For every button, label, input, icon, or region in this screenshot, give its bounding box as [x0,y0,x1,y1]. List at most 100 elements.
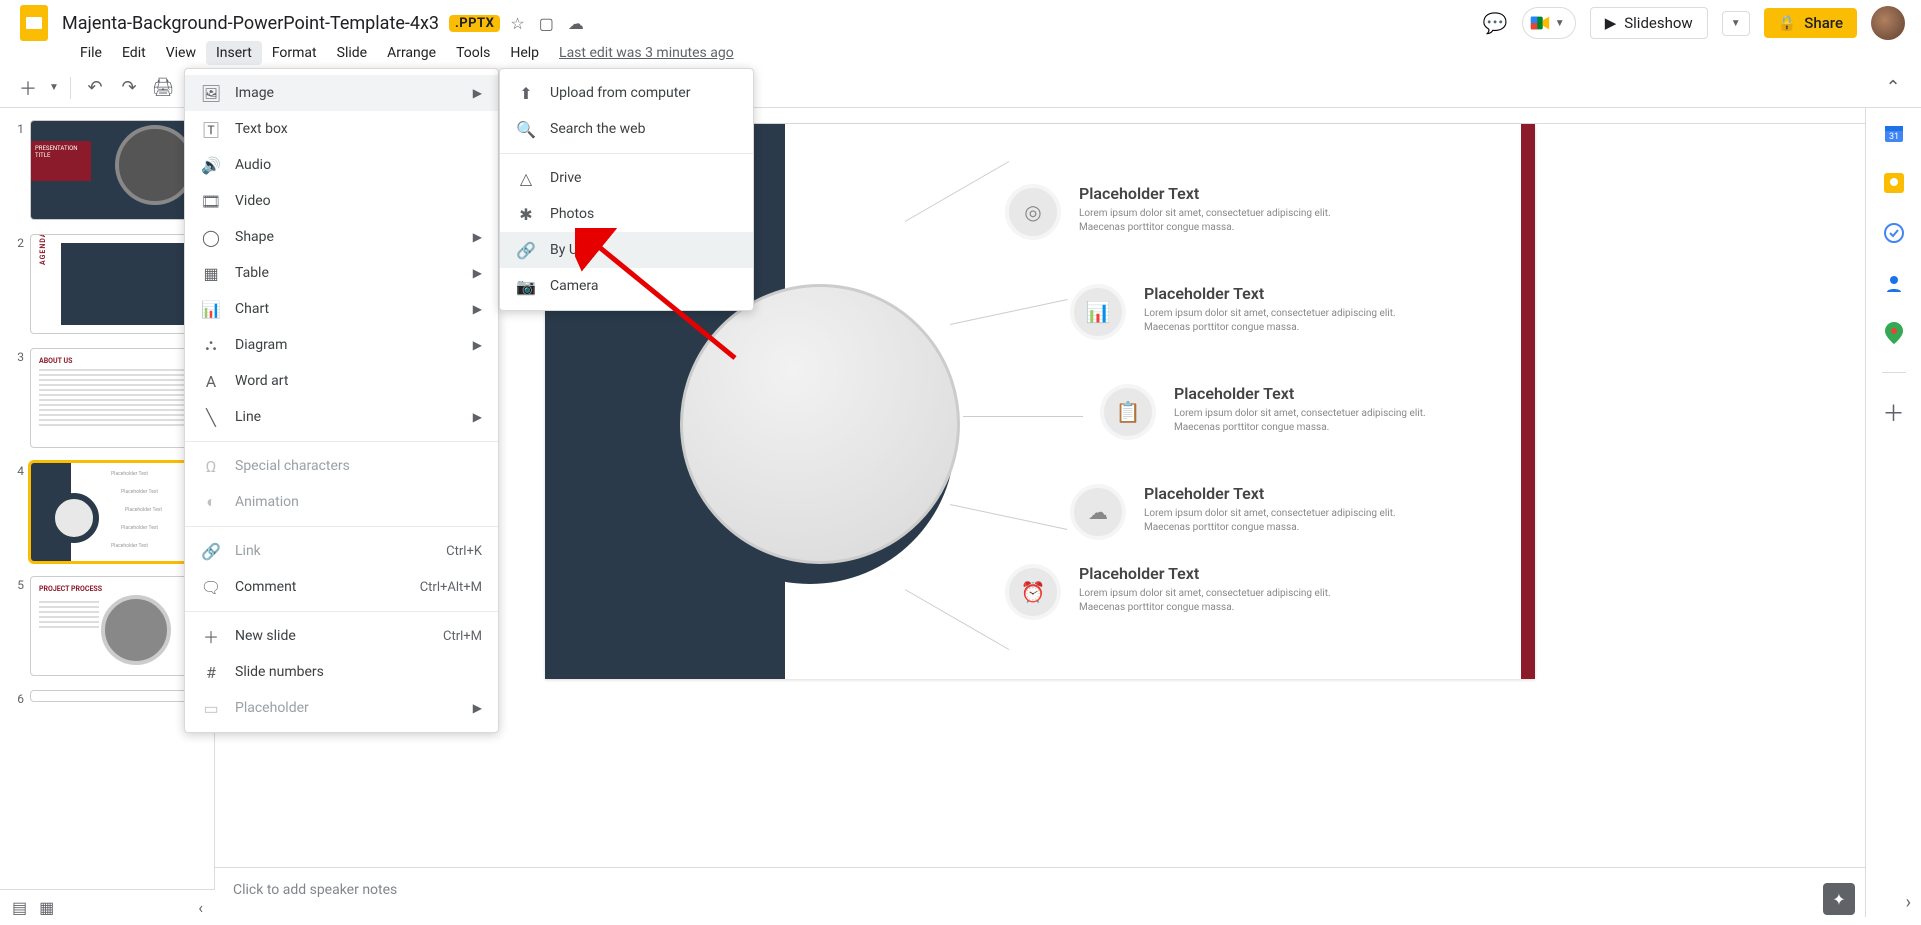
insert-table[interactable]: ▦ Table ▶ [185,255,498,291]
explore-button[interactable]: ✦ [1823,883,1855,915]
insert-chart[interactable]: 📊 Chart ▶ [185,291,498,327]
account-avatar[interactable] [1871,6,1905,40]
insert-menu: 🖼 Image ▶ 🅃 Text box 🔊 Audio 🎞 Video ◯ S… [184,68,499,733]
thumbnail-panel[interactable]: 1 PRESENTATION TITLE 2 AGENDA 3 ABOUT US… [0,108,215,917]
menu-format[interactable]: Format [262,41,327,65]
placeholder-icon: ▭ [201,699,221,718]
share-button[interactable]: 🔒 Share [1764,8,1857,38]
svg-text:31: 31 [1888,132,1898,142]
thumb3-title: ABOUT US [39,357,72,365]
notes-placeholder: Click to add speaker notes [233,882,397,898]
menu-slide[interactable]: Slide [327,41,377,65]
thumbnail-3[interactable]: ABOUT US [30,348,200,448]
label: Drive [550,170,581,186]
collapse-filmstrip-icon[interactable]: ‹ [198,898,203,917]
addons-plus-icon[interactable]: ＋ [1883,401,1905,423]
connector [905,589,1009,650]
slideshow-label: Slideshow [1624,14,1692,32]
menu-edit[interactable]: Edit [112,41,156,65]
submenu-caret-icon: ▶ [473,302,482,316]
target-icon: ◎ [1005,184,1061,240]
expand-side-panel-icon[interactable]: › [1906,892,1911,913]
label: Word art [235,373,288,389]
image-search-web[interactable]: 🔍 Search the web [500,111,753,147]
new-slide-dropdown[interactable]: ▼ [46,72,62,104]
label: Link [235,543,261,559]
comments-icon[interactable]: 💬 [1483,11,1508,35]
menu-tools[interactable]: Tools [446,41,500,65]
speaker-notes[interactable]: Click to add speaker notes [215,867,1865,917]
insert-animation: ◐ Animation [185,484,498,520]
print-button[interactable]: 🖨 [147,72,179,104]
redo-button[interactable]: ↷ [113,72,145,104]
move-icon[interactable]: ▢ [539,14,554,33]
meet-button[interactable]: ▼ [1522,7,1576,39]
filmstrip-view-icon[interactable]: ▤ [12,898,27,917]
thumbnail-4[interactable]: Placeholder Text Placeholder Text Placeh… [30,462,200,562]
content-item[interactable]: 📋 Placeholder TextLorem ipsum dolor sit … [1100,384,1434,440]
label: Line [235,409,261,425]
menu-help[interactable]: Help [500,41,549,65]
star-icon[interactable]: ☆ [510,14,524,33]
item-body: Lorem ipsum dolor sit amet, consectetuer… [1079,207,1339,235]
image-photos[interactable]: ✱ Photos [500,196,753,232]
content-item[interactable]: ☁ Placeholder TextLorem ipsum dolor sit … [1070,484,1404,540]
label: New slide [235,628,296,644]
insert-word-art[interactable]: A Word art [185,363,498,399]
filmstrip-footer: ▤ ▦ ‹ [0,889,215,925]
insert-new-slide[interactable]: ＋ New slide Ctrl+M [185,618,498,654]
thumbnail-1[interactable]: PRESENTATION TITLE [30,120,200,220]
slideshow-dropdown[interactable]: ▼ [1722,11,1750,36]
search-icon: 🔍 [516,120,536,139]
insert-diagram[interactable]: ⛬ Diagram ▶ [185,327,498,363]
photos-icon: ✱ [516,205,536,224]
drive-icon: △ [516,169,536,188]
insert-video[interactable]: 🎞 Video [185,183,498,219]
insert-slide-numbers[interactable]: # Slide numbers [185,654,498,690]
submenu-caret-icon: ▶ [473,86,482,100]
thumbnail-5[interactable]: PROJECT PROCESS [30,576,200,676]
thumbnail-number: 5 [8,576,24,592]
insert-comment[interactable]: 🗨 Comment Ctrl+Alt+M [185,569,498,605]
calendar-icon[interactable]: 31 [1883,122,1905,144]
image-camera[interactable]: 📷 Camera [500,268,753,304]
image-submenu: ⬆ Upload from computer 🔍 Search the web … [499,68,754,311]
doc-title[interactable]: Majenta-Background-PowerPoint-Template-4… [62,13,439,34]
undo-button[interactable]: ↶ [79,72,111,104]
cloud-status-icon[interactable]: ☁ [568,14,584,33]
keep-icon[interactable] [1883,172,1905,194]
video-icon: 🎞 [201,192,221,211]
content-item[interactable]: ⏰ Placeholder TextLorem ipsum dolor sit … [1005,564,1339,620]
menu-view[interactable]: View [156,41,206,65]
image-upload[interactable]: ⬆ Upload from computer [500,75,753,111]
insert-shape[interactable]: ◯ Shape ▶ [185,219,498,255]
new-slide-button[interactable]: ＋ [12,72,44,104]
image-by-url[interactable]: 🔗 By URL [500,232,753,268]
thumb1-title: PRESENTATION TITLE [31,141,91,181]
item-heading: Placeholder Text [1079,184,1339,203]
grid-view-icon[interactable]: ▦ [39,898,54,917]
content-item[interactable]: ◎ Placeholder Text Lorem ipsum dolor sit … [1005,184,1339,240]
insert-text-box[interactable]: 🅃 Text box [185,111,498,147]
content-item[interactable]: 📊 Placeholder TextLorem ipsum dolor sit … [1070,284,1404,340]
insert-image[interactable]: 🖼 Image ▶ [185,75,498,111]
insert-line[interactable]: ╲ Line ▶ [185,399,498,435]
contacts-icon[interactable] [1883,272,1905,294]
image-drive[interactable]: △ Drive [500,160,753,196]
maps-icon[interactable] [1883,322,1905,344]
thumbnail-6[interactable] [30,690,200,702]
last-edit-link[interactable]: Last edit was 3 minutes ago [559,45,734,61]
insert-special-characters: Ω Special characters [185,448,498,484]
insert-audio[interactable]: 🔊 Audio [185,147,498,183]
menu-arrange[interactable]: Arrange [377,41,446,65]
thumbnail-2[interactable]: AGENDA [30,234,200,334]
tasks-icon[interactable] [1883,222,1905,244]
slideshow-button[interactable]: ▶ Slideshow [1590,7,1708,39]
label: Camera [550,278,599,294]
collapse-toolbar-button[interactable]: ⌃ [1877,72,1909,104]
camera-icon: 📷 [516,277,536,296]
slides-logo[interactable] [16,5,52,41]
menu-file[interactable]: File [70,41,112,65]
label: Video [235,193,271,209]
menu-insert[interactable]: Insert [206,41,262,65]
